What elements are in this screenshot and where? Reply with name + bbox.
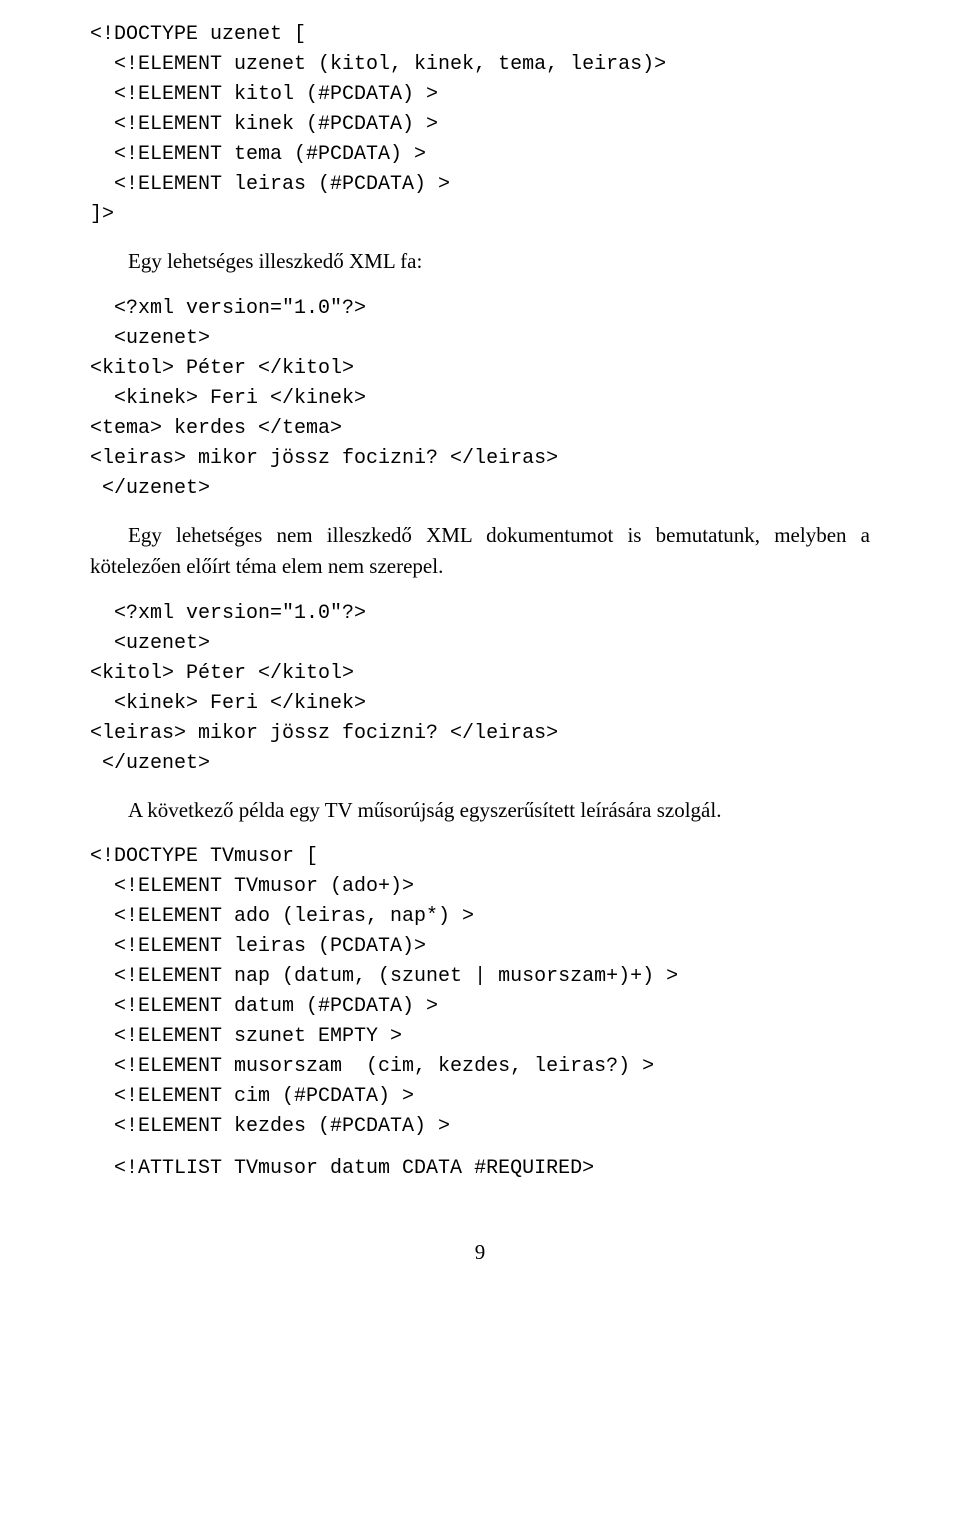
paragraph-intro-valid: Egy lehetséges illeszkedő XML fa:: [90, 246, 870, 278]
code-block-dtd-tvmusor: <!DOCTYPE TVmusor [ <!ELEMENT TVmusor (a…: [90, 842, 870, 1142]
code-block-dtd-uzenet: <!DOCTYPE uzenet [ <!ELEMENT uzenet (kit…: [90, 20, 870, 230]
paragraph-intro-invalid: Egy lehetséges nem illeszkedő XML dokume…: [90, 520, 870, 583]
paragraph-intro-tvmusor: A következő példa egy TV műsorújság egys…: [90, 795, 870, 827]
code-block-xml-invalid: <?xml version="1.0"?> <uzenet> <kitol> P…: [90, 599, 870, 779]
page-content: <!DOCTYPE uzenet [ <!ELEMENT uzenet (kit…: [0, 0, 960, 1305]
code-block-attlist: <!ATTLIST TVmusor datum CDATA #REQUIRED>: [90, 1154, 870, 1184]
page-number: 9: [90, 1240, 870, 1265]
code-block-xml-valid: <?xml version="1.0"?> <uzenet> <kitol> P…: [90, 294, 870, 504]
